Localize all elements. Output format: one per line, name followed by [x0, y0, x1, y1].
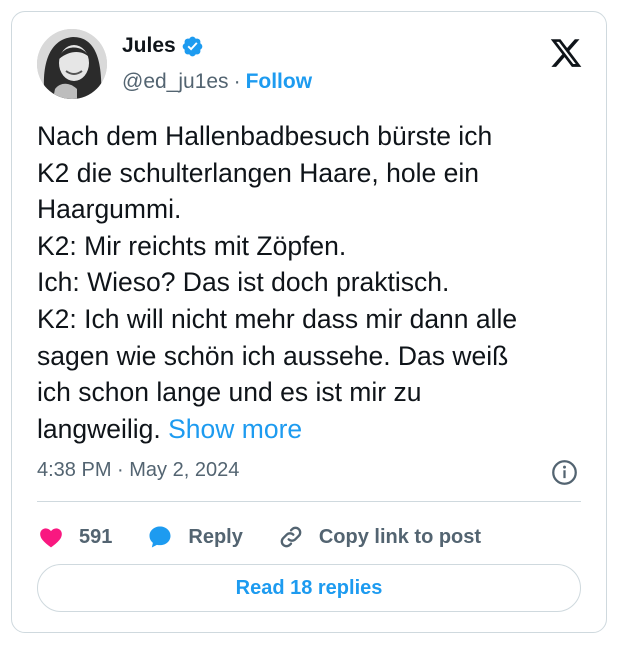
tweet-card: Jules @ed_ju1es · Follow Nach dem Hallen…: [11, 11, 607, 633]
author-name[interactable]: Jules: [122, 34, 176, 58]
reply-label: Reply: [188, 525, 243, 548]
action-bar: 591 Reply Copy link to post: [37, 517, 515, 557]
author-name-row: Jules: [122, 34, 204, 58]
avatar[interactable]: [37, 29, 107, 99]
author-handle[interactable]: @ed_ju1es: [122, 70, 229, 94]
x-logo-icon[interactable]: [548, 36, 584, 70]
tweet-timestamp[interactable]: 4:38 PM · May 2, 2024: [37, 459, 239, 482]
link-icon: [280, 526, 302, 548]
show-more-link[interactable]: Show more: [168, 414, 302, 444]
verified-badge-icon: [182, 36, 203, 56]
reply-bubble-icon: [149, 526, 171, 548]
tweet-body: Nach dem Hallenbadbesuch bürste ich K2 d…: [37, 121, 518, 444]
separator-dot: ·: [233, 70, 241, 93]
info-icon[interactable]: [551, 459, 578, 486]
follow-button[interactable]: Follow: [246, 70, 313, 94]
read-replies-button[interactable]: Read 18 replies: [37, 564, 581, 612]
copy-link-label: Copy link to post: [318, 525, 482, 548]
avatar-photo: [37, 29, 107, 99]
like-button[interactable]: 591: [37, 524, 112, 550]
tweet-time: 4:38 PM: [37, 459, 112, 481]
meta-separator: ·: [111, 459, 130, 481]
heart-icon: [40, 528, 62, 548]
copy-link-button[interactable]: Copy link to post: [277, 523, 481, 551]
divider: [37, 501, 581, 502]
reply-button[interactable]: Reply: [146, 523, 243, 551]
likes-count: 591: [79, 525, 113, 548]
author-handle-row: @ed_ju1es · Follow: [122, 70, 312, 94]
tweet-date: May 2, 2024: [129, 459, 240, 481]
tweet-text: Nach dem Hallenbadbesuch bürste ich K2 d…: [37, 118, 597, 447]
